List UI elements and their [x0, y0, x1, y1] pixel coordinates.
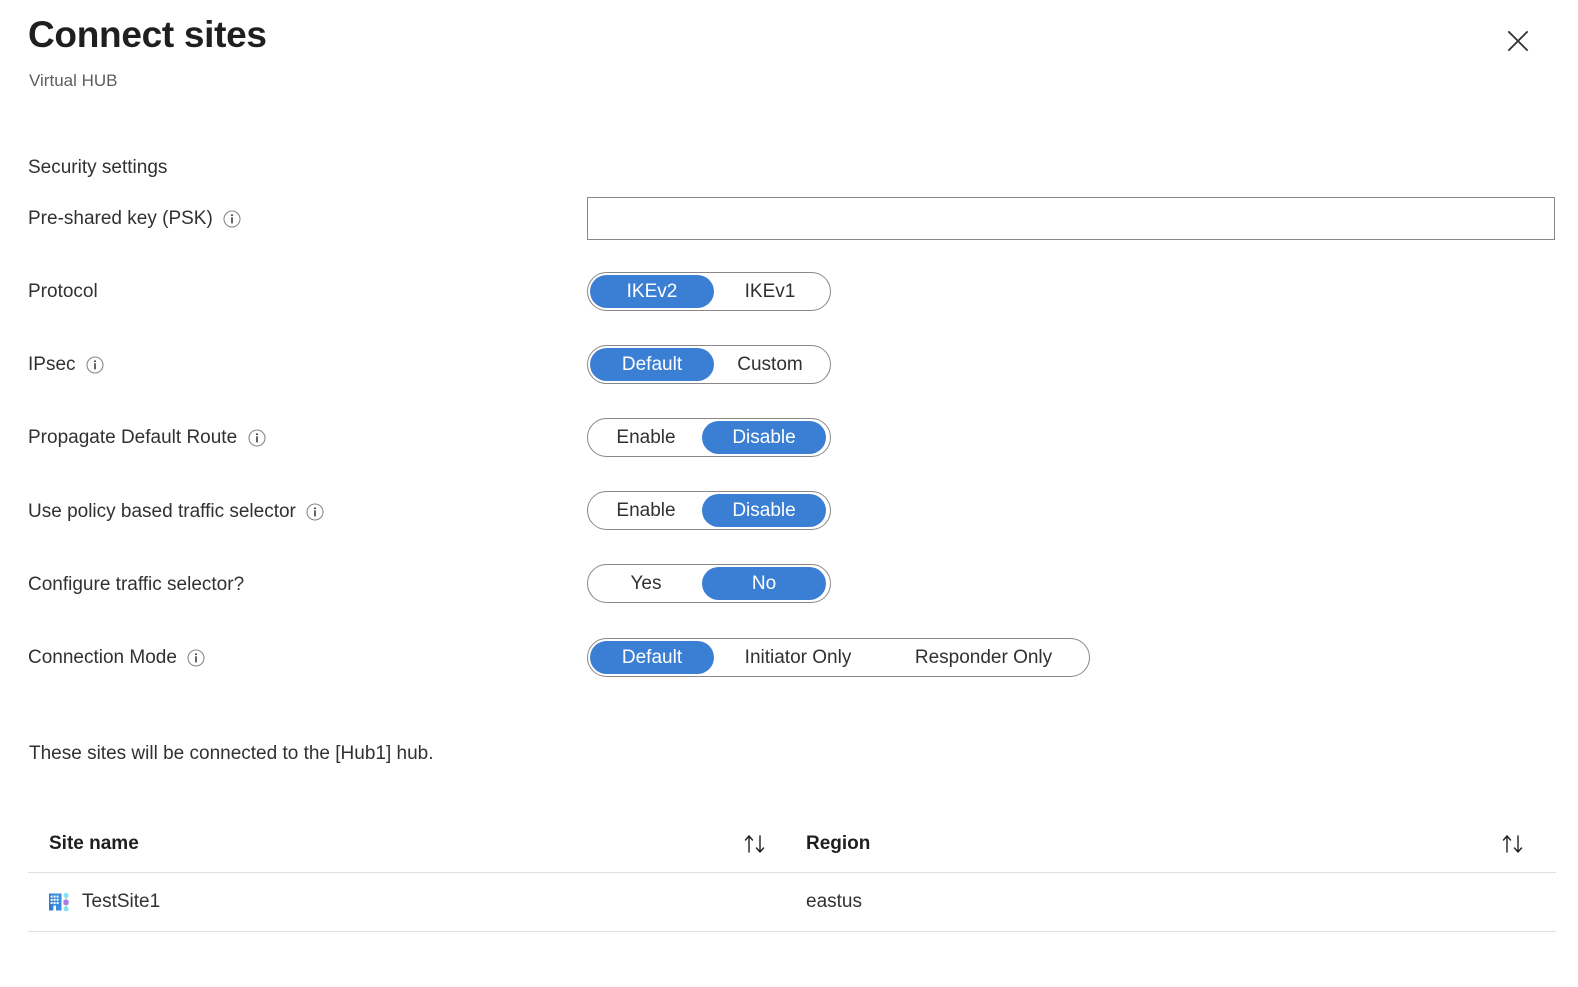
connection-mode-option-default[interactable]: Default: [590, 641, 714, 674]
ipsec-option-default[interactable]: Default: [590, 348, 714, 381]
propagate-default-route-option-enable[interactable]: Enable: [590, 421, 702, 454]
info-icon[interactable]: [306, 503, 325, 522]
connection-mode-toggle[interactable]: Default Initiator Only Responder Only: [587, 638, 1090, 677]
configure-traffic-selector-label-group: Configure traffic selector?: [28, 575, 244, 594]
ipsec-label: IPsec: [28, 353, 76, 375]
connection-mode-label: Connection Mode: [28, 646, 177, 668]
policy-based-traffic-selector-label-group: Use policy based traffic selector: [28, 502, 325, 521]
table-row[interactable]: TestSite1 eastus: [28, 873, 1556, 932]
policy-based-traffic-selector-label: Use policy based traffic selector: [28, 500, 296, 522]
connection-mode-option-responder-only[interactable]: Responder Only: [882, 641, 1085, 674]
close-icon[interactable]: [1501, 24, 1535, 58]
connect-sites-blade: Connect sites Virtual HUB Security setti…: [0, 0, 1578, 987]
sites-table: Site name Region TestSite1 eastus: [28, 815, 1556, 932]
configure-traffic-selector-toggle[interactable]: Yes No: [587, 564, 831, 603]
psk-label-group: Pre-shared key (PSK): [28, 209, 242, 228]
propagate-default-route-label-group: Propagate Default Route: [28, 428, 266, 447]
protocol-option-ikev1[interactable]: IKEv1: [714, 275, 826, 308]
page-subtitle: Virtual HUB: [29, 71, 118, 90]
table-header-row: Site name Region: [28, 815, 1556, 873]
connection-mode-label-group: Connection Mode: [28, 648, 206, 667]
sort-icon[interactable]: [1499, 832, 1529, 856]
column-header-site-name: Site name: [49, 832, 139, 854]
configure-traffic-selector-label: Configure traffic selector?: [28, 573, 245, 595]
psk-label: Pre-shared key (PSK): [28, 207, 213, 229]
cell-site-name: TestSite1: [47, 889, 160, 915]
ipsec-option-custom[interactable]: Custom: [714, 348, 826, 381]
propagate-default-route-option-disable[interactable]: Disable: [702, 421, 826, 454]
info-icon[interactable]: [247, 429, 266, 448]
column-header-region: Region: [806, 832, 871, 854]
vpn-site-icon: [47, 889, 73, 915]
page-title: Connect sites: [28, 14, 267, 55]
hub-note: These sites will be connected to the [Hu…: [29, 743, 434, 764]
connection-mode-option-initiator-only[interactable]: Initiator Only: [714, 641, 882, 674]
ipsec-toggle[interactable]: Default Custom: [587, 345, 831, 384]
propagate-default-route-label: Propagate Default Route: [28, 426, 238, 448]
policy-based-traffic-selector-option-disable[interactable]: Disable: [702, 494, 826, 527]
site-name-text: TestSite1: [82, 891, 161, 912]
propagate-default-route-toggle[interactable]: Enable Disable: [587, 418, 831, 457]
security-settings-heading: Security settings: [28, 157, 168, 178]
info-icon[interactable]: [187, 649, 206, 668]
configure-traffic-selector-option-yes[interactable]: Yes: [590, 567, 702, 600]
info-icon[interactable]: [223, 210, 242, 229]
psk-input[interactable]: [587, 197, 1555, 240]
info-icon[interactable]: [86, 356, 105, 375]
sort-icon[interactable]: [741, 832, 771, 856]
policy-based-traffic-selector-option-enable[interactable]: Enable: [590, 494, 702, 527]
protocol-option-ikev2[interactable]: IKEv2: [590, 275, 714, 308]
policy-based-traffic-selector-toggle[interactable]: Enable Disable: [587, 491, 831, 530]
protocol-label-group: Protocol: [28, 282, 98, 301]
cell-region: eastus: [806, 891, 862, 912]
ipsec-label-group: IPsec: [28, 355, 105, 374]
configure-traffic-selector-option-no[interactable]: No: [702, 567, 826, 600]
protocol-label: Protocol: [28, 280, 98, 302]
protocol-toggle[interactable]: IKEv2 IKEv1: [587, 272, 831, 311]
